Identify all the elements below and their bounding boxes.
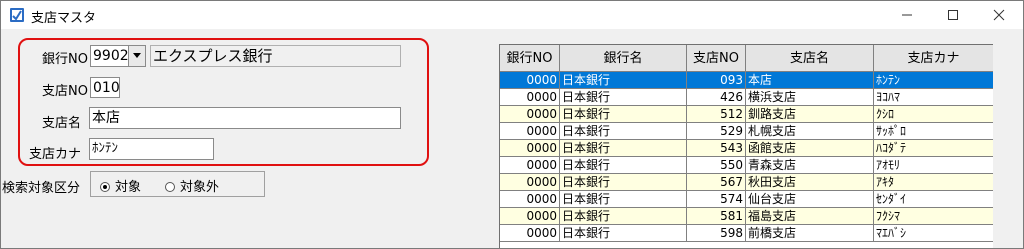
app-icon	[9, 7, 25, 23]
cell-branch-no[interactable]: 598	[687, 225, 746, 242]
radio-selected-icon	[100, 182, 110, 192]
cell-bank-no[interactable]: 0000	[500, 208, 560, 225]
cell-branch-no[interactable]: 567	[687, 174, 746, 191]
cell-branch-name[interactable]: 函館支店	[746, 140, 874, 157]
cell-branch-kana[interactable]: ｸｼﾛ	[874, 106, 994, 123]
cell-branch-no[interactable]: 426	[687, 89, 746, 106]
window-title: 支店マスタ	[31, 11, 97, 26]
cell-bank-name[interactable]: 日本銀行	[560, 89, 687, 106]
cell-branch-kana[interactable]: ﾖｺﾊﾏ	[874, 89, 994, 106]
cell-branch-no[interactable]: 512	[687, 106, 746, 123]
cell-branch-name[interactable]: 福島支店	[746, 208, 874, 225]
cell-branch-kana[interactable]: ﾏｴﾊﾞｼ	[874, 225, 994, 242]
cell-branch-kana[interactable]: ｾﾝﾀﾞｲ	[874, 191, 994, 208]
minimize-button[interactable]	[885, 1, 929, 29]
branch-name-input[interactable]: 本店	[89, 107, 401, 129]
cell-bank-name[interactable]: 日本銀行	[560, 191, 687, 208]
cell-bank-name[interactable]: 日本銀行	[560, 123, 687, 140]
branch-kana-label: 支店カナ	[29, 147, 82, 162]
search-type-label: 検索対象区分	[2, 181, 81, 196]
column-header-branch-kana[interactable]: 支店カナ	[874, 45, 994, 72]
bank-no-label: 銀行NO	[42, 52, 88, 67]
cell-bank-no[interactable]: 0000	[500, 157, 560, 174]
cell-bank-name[interactable]: 日本銀行	[560, 208, 687, 225]
cell-branch-kana[interactable]: ﾊｺﾀﾞﾃ	[874, 140, 994, 157]
cell-bank-no[interactable]: 0000	[500, 191, 560, 208]
dropdown-arrow-icon	[133, 53, 141, 58]
radio-target[interactable]: 対象	[100, 176, 141, 195]
cell-bank-name[interactable]: 日本銀行	[560, 72, 687, 89]
cell-bank-no[interactable]: 0000	[500, 140, 560, 157]
title-bar: 支店マスタ	[1, 1, 1023, 29]
cell-branch-no[interactable]: 529	[687, 123, 746, 140]
radio-not-target-label: 対象外	[180, 180, 220, 195]
cell-branch-name[interactable]: 札幌支店	[746, 123, 874, 140]
window: 支店マスタ 銀行NO 9902 エクスプレス銀行 支店NO 010 支店名 本店…	[0, 0, 1024, 249]
cell-branch-kana[interactable]: ﾌｸｼﾏ	[874, 208, 994, 225]
branch-name-label: 支店名	[42, 116, 82, 131]
column-header-bank-no[interactable]: 銀行NO	[500, 45, 560, 72]
cell-bank-name[interactable]: 日本銀行	[560, 157, 687, 174]
cell-branch-name[interactable]: 本店	[746, 72, 874, 89]
cell-branch-no[interactable]: 543	[687, 140, 746, 157]
maximize-icon	[948, 10, 958, 20]
radio-unselected-icon	[165, 182, 175, 192]
cell-branch-name[interactable]: 前橋支店	[746, 225, 874, 242]
bank-no-dropdown-button[interactable]	[128, 45, 146, 67]
branch-grid[interactable]: 銀行NO 銀行名 支店NO 支店名 支店カナ 0000 日本銀行 093 本店 ﾎﾝﾃﾝ…	[499, 44, 994, 248]
cell-branch-name[interactable]: 仙台支店	[746, 191, 874, 208]
cell-branch-name[interactable]: 横浜支店	[746, 89, 874, 106]
cell-branch-no[interactable]: 574	[687, 191, 746, 208]
cell-bank-name[interactable]: 日本銀行	[560, 174, 687, 191]
bank-no-select[interactable]: 9902	[90, 45, 129, 67]
cell-bank-no[interactable]: 0000	[500, 225, 560, 242]
cell-branch-kana[interactable]: ｱｵﾓﾘ	[874, 157, 994, 174]
cell-bank-no[interactable]: 0000	[500, 89, 560, 106]
cell-bank-no[interactable]: 0000	[500, 174, 560, 191]
column-header-branch-name[interactable]: 支店名	[746, 45, 874, 72]
grid-scrollbar[interactable]	[993, 44, 1001, 248]
cell-branch-no[interactable]: 550	[687, 157, 746, 174]
cell-bank-name[interactable]: 日本銀行	[560, 140, 687, 157]
radio-not-target[interactable]: 対象外	[165, 176, 219, 195]
cell-branch-kana[interactable]: ｱｷﾀ	[874, 174, 994, 191]
cell-branch-kana[interactable]: ｻｯﾎﾟﾛ	[874, 123, 994, 140]
cell-branch-name[interactable]: 釧路支店	[746, 106, 874, 123]
radio-target-label: 対象	[115, 180, 142, 195]
close-icon	[993, 9, 1005, 21]
cell-bank-no[interactable]: 0000	[500, 106, 560, 123]
cell-bank-no[interactable]: 0000	[500, 123, 560, 140]
cell-bank-name[interactable]: 日本銀行	[560, 106, 687, 123]
bank-name-display: エクスプレス銀行	[150, 45, 401, 67]
cell-bank-name[interactable]: 日本銀行	[560, 225, 687, 242]
cell-branch-no[interactable]: 093	[687, 72, 746, 89]
close-button[interactable]	[977, 1, 1021, 29]
maximize-button[interactable]	[931, 1, 975, 29]
cell-branch-name[interactable]: 青森支店	[746, 157, 874, 174]
minimize-icon	[902, 14, 912, 16]
branch-no-input[interactable]: 010	[90, 77, 120, 98]
cell-branch-kana[interactable]: ﾎﾝﾃﾝ	[874, 72, 994, 89]
cell-branch-name[interactable]: 秋田支店	[746, 174, 874, 191]
cell-bank-no[interactable]: 0000	[500, 72, 560, 89]
cell-branch-no[interactable]: 581	[687, 208, 746, 225]
branch-no-label: 支店NO	[42, 84, 88, 99]
column-header-bank-name[interactable]: 銀行名	[560, 45, 687, 72]
column-header-branch-no[interactable]: 支店NO	[687, 45, 746, 72]
branch-kana-input[interactable]: ﾎﾝﾃﾝ	[89, 138, 214, 160]
